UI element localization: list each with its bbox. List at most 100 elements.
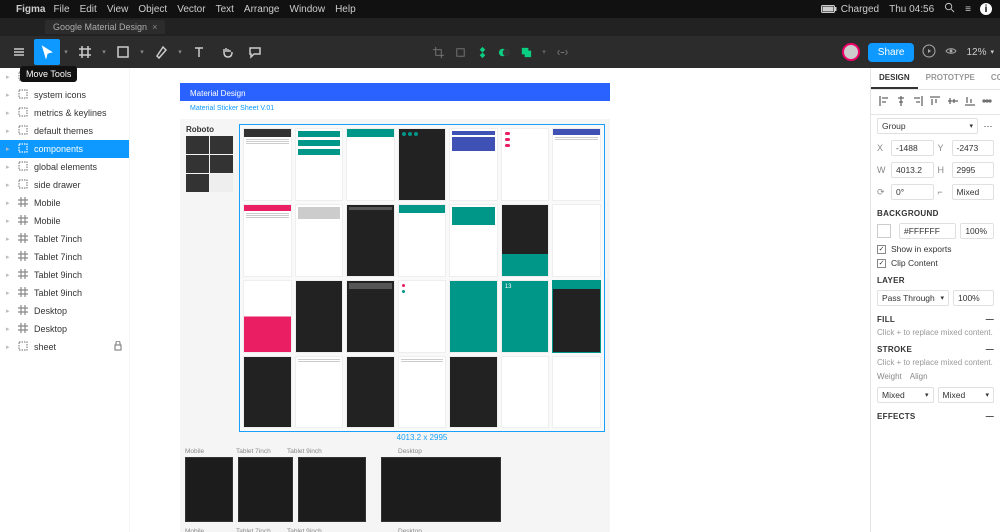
lock-icon[interactable] bbox=[113, 341, 123, 353]
menu-help[interactable]: Help bbox=[335, 4, 356, 15]
roboto-type-sample[interactable]: Roboto bbox=[185, 124, 235, 432]
search-icon[interactable] bbox=[944, 2, 955, 16]
hand-tool[interactable] bbox=[214, 39, 240, 65]
present-icon[interactable] bbox=[922, 44, 936, 61]
layer-item[interactable]: ▸Tablet 9inch bbox=[0, 266, 129, 284]
align-more-icon[interactable] bbox=[981, 95, 993, 109]
view-settings-icon[interactable] bbox=[944, 44, 958, 61]
share-button[interactable]: Share bbox=[868, 43, 915, 62]
clip-content-checkbox[interactable]: ✓Clip Content bbox=[871, 256, 1000, 270]
layer-item[interactable]: ▸Desktop bbox=[0, 302, 129, 320]
h-field[interactable]: 2995 bbox=[952, 162, 995, 178]
layer-item[interactable]: ▸components bbox=[0, 140, 129, 158]
align-bottom-icon[interactable] bbox=[964, 95, 976, 109]
tab-prototype[interactable]: PROTOTYPE bbox=[918, 68, 983, 89]
menu-edit[interactable]: Edit bbox=[80, 4, 97, 15]
tab-design[interactable]: DESIGN bbox=[871, 68, 918, 89]
rotation-field[interactable]: 0° bbox=[891, 184, 934, 200]
layer-label: system icons bbox=[34, 90, 86, 100]
info-icon[interactable]: i bbox=[980, 3, 992, 15]
align-right-icon[interactable] bbox=[912, 95, 924, 109]
menu-view[interactable]: View bbox=[107, 4, 129, 15]
group-icon bbox=[18, 125, 28, 137]
layer-item[interactable]: ▸default themes bbox=[0, 122, 129, 140]
main-menu-button[interactable] bbox=[6, 39, 32, 65]
menu-object[interactable]: Object bbox=[138, 4, 167, 15]
x-field[interactable]: -1488 bbox=[891, 140, 934, 156]
blend-mode-select[interactable]: Pass Through▾ bbox=[877, 290, 949, 306]
layer-item[interactable]: ▸system icons bbox=[0, 86, 129, 104]
y-field[interactable]: -2473 bbox=[952, 140, 995, 156]
frame-row-1[interactable]: Mobile Tablet 7inch Tablet 9inch Desktop bbox=[185, 448, 605, 455]
comment-tool[interactable] bbox=[242, 39, 268, 65]
menu-file[interactable]: File bbox=[53, 4, 69, 15]
zoom-level[interactable]: 12%▾ bbox=[966, 47, 994, 58]
layer-item[interactable]: ▸sheet bbox=[0, 338, 129, 356]
component-icon[interactable] bbox=[474, 44, 490, 60]
app-name[interactable]: Figma bbox=[16, 4, 45, 15]
move-tool[interactable] bbox=[34, 39, 60, 65]
frame-type-select[interactable]: Group▾ bbox=[877, 118, 978, 134]
main: ▸▸system icons▸metrics & keylines▸defaul… bbox=[0, 68, 1000, 532]
layer-item[interactable]: ▸metrics & keylines bbox=[0, 104, 129, 122]
mask-icon[interactable] bbox=[496, 44, 512, 60]
radius-field[interactable]: Mixed bbox=[952, 184, 995, 200]
inspector-panel[interactable]: DESIGN PROTOTYPE CO Group▾ ⋯ X-1488 Y-24… bbox=[870, 68, 1000, 532]
sticker-sheet-title[interactable]: Material Sticker Sheet V.01 bbox=[180, 101, 610, 119]
bg-swatch[interactable] bbox=[877, 224, 891, 238]
align-hcenter-icon[interactable] bbox=[895, 95, 907, 109]
fill-options-icon[interactable]: — bbox=[986, 315, 994, 324]
layer-opacity-field[interactable]: 100% bbox=[953, 290, 994, 306]
layers-panel[interactable]: ▸▸system icons▸metrics & keylines▸defaul… bbox=[0, 68, 130, 532]
layer-item[interactable]: ▸side drawer bbox=[0, 176, 129, 194]
menu-vector[interactable]: Vector bbox=[177, 4, 205, 15]
menu-extra-icon[interactable]: ≡ bbox=[965, 4, 970, 15]
stroke-weight-select[interactable]: Mixed▾ bbox=[877, 387, 934, 403]
clock: Thu 04:56 bbox=[889, 4, 934, 15]
canvas[interactable]: Material Design Material Sticker Sheet V… bbox=[130, 68, 870, 532]
layer-item[interactable]: ▸Mobile bbox=[0, 194, 129, 212]
align-left-icon[interactable] bbox=[878, 95, 890, 109]
align-vcenter-icon[interactable] bbox=[947, 95, 959, 109]
align-icon[interactable] bbox=[452, 44, 468, 60]
layer-item[interactable]: ▸Mobile bbox=[0, 212, 129, 230]
frame-icon bbox=[18, 197, 28, 209]
close-icon[interactable]: × bbox=[152, 22, 157, 32]
effects-options-icon[interactable]: — bbox=[986, 412, 994, 421]
pen-tool[interactable] bbox=[148, 39, 174, 65]
user-avatar[interactable] bbox=[842, 43, 860, 61]
tab-google-material-design[interactable]: Google Material Design × bbox=[45, 20, 165, 34]
link-icon[interactable] bbox=[554, 44, 570, 60]
component-grid[interactable]: 13 bbox=[243, 128, 601, 428]
bg-opacity-field[interactable]: 100% bbox=[960, 223, 994, 239]
selection-box-components[interactable]: 13 4013.2 x 2995 bbox=[239, 124, 605, 432]
frame-icon bbox=[18, 269, 28, 281]
shape-tool[interactable] bbox=[110, 39, 136, 65]
menu-text[interactable]: Text bbox=[216, 4, 234, 15]
boolean-union-icon[interactable] bbox=[518, 44, 534, 60]
canvas-banner[interactable]: Material Design bbox=[180, 83, 610, 101]
align-top-icon[interactable] bbox=[929, 95, 941, 109]
text-tool[interactable] bbox=[186, 39, 212, 65]
layer-item[interactable]: ▸Tablet 9inch bbox=[0, 284, 129, 302]
layer-item[interactable]: ▸Tablet 7inch bbox=[0, 248, 129, 266]
bg-hex-field[interactable]: #FFFFFF bbox=[899, 223, 956, 239]
move-tool-caret[interactable]: ▾ bbox=[62, 48, 70, 56]
crop-icon[interactable] bbox=[430, 44, 446, 60]
show-in-exports-checkbox[interactable]: ✓Show in exports bbox=[871, 242, 1000, 256]
w-field[interactable]: 4013.2 bbox=[891, 162, 934, 178]
tab-code[interactable]: CO bbox=[983, 68, 1000, 89]
stroke-align-select[interactable]: Mixed▾ bbox=[938, 387, 995, 403]
frame-row-2[interactable]: Mobile Tablet 7inch Tablet 9inch Desktop bbox=[185, 528, 605, 532]
sticker-sheet[interactable]: Roboto bbox=[180, 119, 610, 532]
stroke-options-icon[interactable]: — bbox=[986, 345, 994, 354]
frame-tool[interactable] bbox=[72, 39, 98, 65]
layer-item[interactable]: ▸Tablet 7inch bbox=[0, 230, 129, 248]
layer-item[interactable]: ▸Desktop bbox=[0, 320, 129, 338]
menu-arrange[interactable]: Arrange bbox=[244, 4, 280, 15]
frame-options-icon[interactable]: ⋯ bbox=[982, 121, 994, 132]
menu-window[interactable]: Window bbox=[290, 4, 326, 15]
inspector-tabs: DESIGN PROTOTYPE CO bbox=[871, 68, 1000, 90]
frame-icon bbox=[18, 215, 28, 227]
layer-item[interactable]: ▸global elements bbox=[0, 158, 129, 176]
